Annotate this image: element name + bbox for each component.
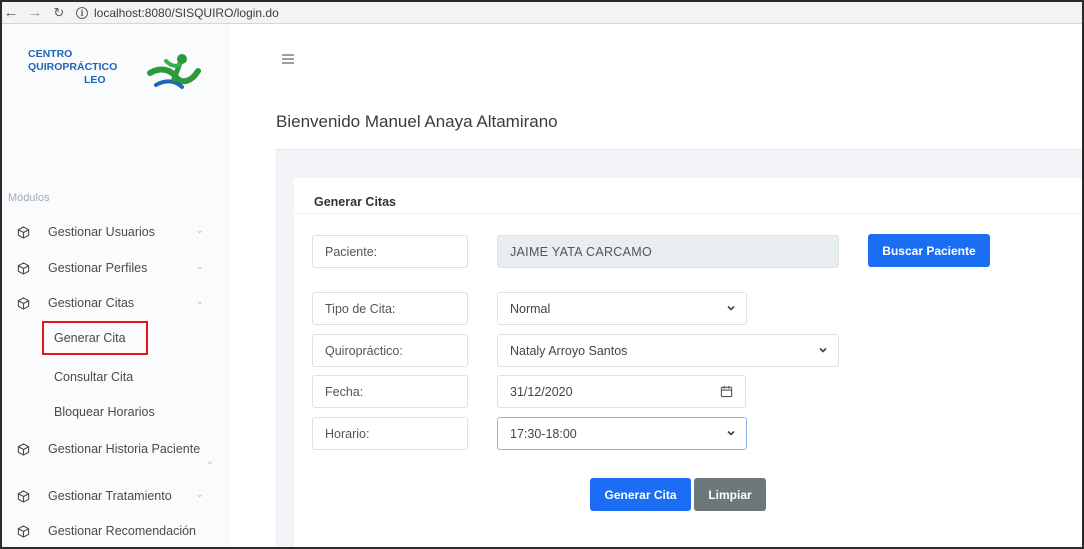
sidebar-item-gestionar-historia-paciente[interactable]: Gestionar Historia Paciente ⌄	[16, 438, 216, 466]
generar-cita-button[interactable]: Generar Cita	[590, 478, 691, 511]
sidebar-item-gestionar-tratamiento[interactable]: Gestionar Tratamiento ⌄	[16, 485, 216, 507]
modules-section-label: Módulos	[8, 192, 50, 204]
browser-toolbar: ← → ↻ i localhost:8080/SISQUIRO/login.do	[2, 2, 1082, 24]
horario-select[interactable]: 17:30-18:00	[497, 417, 747, 450]
sidebar-subitem-consultar-cita[interactable]: Consultar Cita	[54, 370, 133, 384]
cube-icon	[16, 524, 30, 538]
chevron-down-icon	[727, 305, 735, 311]
chevron-down-icon: ⌄	[196, 296, 204, 306]
calendar-button[interactable]	[708, 375, 746, 408]
screenshot-frame: ← → ↻ i localhost:8080/SISQUIRO/login.do…	[0, 0, 1084, 549]
logo-figure-icon	[147, 54, 201, 89]
horario-value: 17:30-18:00	[510, 426, 577, 441]
sidebar-item-gestionar-usuarios[interactable]: Gestionar Usuarios ⌄	[16, 221, 216, 243]
buscar-paciente-button[interactable]: Buscar Paciente	[868, 234, 990, 267]
sidebar-item-gestionar-recomendacion[interactable]: Gestionar Recomendación	[16, 520, 216, 542]
calendar-icon	[720, 385, 733, 398]
cube-icon	[16, 225, 30, 239]
sidebar-item-label: Gestionar Historia Paciente	[48, 442, 201, 456]
chevron-down-icon: ⌄	[196, 225, 204, 235]
logo: CENTRO QUIROPRÁCTICO LEO	[28, 48, 208, 128]
chevron-down-icon	[819, 347, 827, 353]
tipo-cita-select[interactable]: Normal	[497, 292, 747, 325]
limpiar-button[interactable]: Limpiar	[694, 478, 766, 511]
quiropractico-value: Nataly Arroyo Santos	[510, 343, 628, 358]
address-bar[interactable]: i localhost:8080/SISQUIRO/login.do	[76, 4, 279, 22]
back-arrow-icon[interactable]: ←	[2, 4, 20, 22]
sidebar-subitem-bloquear-horarios[interactable]: Bloquear Horarios	[54, 405, 155, 419]
paciente-label: Paciente:	[312, 235, 468, 268]
logo-text: CENTRO QUIROPRÁCTICO LEO	[28, 48, 117, 87]
chevron-down-icon: ⌄	[196, 489, 204, 499]
welcome-heading: Bienvenido Manuel Anaya Altamirano	[276, 112, 558, 131]
cube-icon	[16, 442, 30, 456]
cube-icon	[16, 489, 30, 503]
chevron-down-icon	[727, 430, 735, 436]
sidebar-item-label: Gestionar Recomendación	[48, 524, 196, 538]
card-header	[294, 178, 1082, 214]
logo-line3: LEO	[84, 74, 106, 86]
paciente-field: JAIME YATA CARCAMO	[497, 235, 839, 268]
cube-icon	[16, 296, 30, 310]
tipo-cita-label: Tipo de Cita:	[312, 292, 468, 325]
info-icon[interactable]: i	[76, 6, 88, 19]
fecha-input[interactable]: 31/12/2020	[497, 375, 709, 408]
sidebar-item-gestionar-perfiles[interactable]: Gestionar Perfiles ⌄	[16, 257, 216, 279]
quiropractico-label: Quiropráctico:	[312, 334, 468, 367]
chevron-down-icon: ⌄	[196, 261, 204, 271]
sidebar-item-gestionar-citas[interactable]: Gestionar Citas ⌄	[16, 292, 216, 314]
hamburger-menu-icon[interactable]	[282, 54, 294, 66]
tipo-cita-value: Normal	[510, 301, 551, 316]
logo-line1: CENTRO	[28, 48, 73, 60]
sidebar-item-label: Gestionar Tratamiento	[48, 489, 172, 503]
logo-line2: QUIROPRÁCTICO	[28, 61, 118, 73]
chevron-down-icon: ⌄	[206, 456, 214, 466]
quiropractico-select[interactable]: Nataly Arroyo Santos	[497, 334, 839, 367]
cube-icon	[16, 261, 30, 275]
sidebar-subitem-generar-cita[interactable]: Generar Cita	[54, 331, 126, 345]
reload-icon[interactable]: ↻	[50, 4, 68, 22]
fecha-label: Fecha:	[312, 375, 468, 408]
sidebar-item-label: Gestionar Usuarios	[48, 225, 155, 239]
card-title: Generar Citas	[314, 195, 396, 209]
sidebar-item-label: Gestionar Citas	[48, 296, 135, 310]
horario-label: Horario:	[312, 417, 468, 450]
sidebar-item-label: Gestionar Perfiles	[48, 261, 148, 275]
url-text[interactable]: localhost:8080/SISQUIRO/login.do	[94, 6, 279, 20]
forward-arrow-icon[interactable]: →	[26, 4, 44, 22]
